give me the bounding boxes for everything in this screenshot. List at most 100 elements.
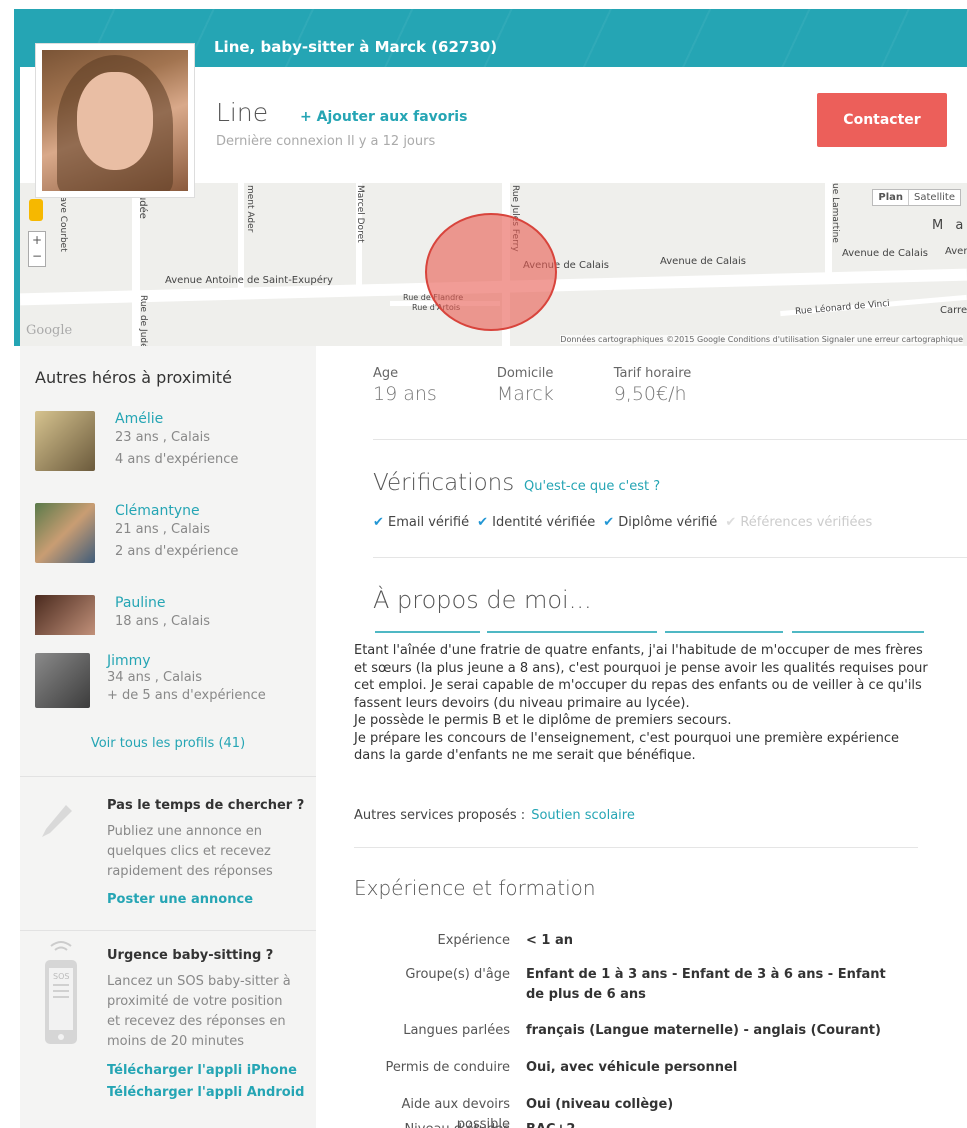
avatar[interactable] — [35, 595, 95, 635]
hero-card[interactable]: Pauline 18 ans , Calais — [35, 595, 325, 635]
street-label: Carref — [940, 305, 967, 316]
about-text: Etant l'aînée d'une fratrie de quatre en… — [354, 642, 934, 765]
street-label: tave Courbet — [58, 193, 68, 252]
post-ad-link[interactable]: Poster une annonce — [107, 892, 253, 907]
pen-icon — [42, 805, 72, 837]
street-label: ue Lamartine — [830, 183, 840, 243]
experience-row: Permis de conduire Oui, avec véhicule pe… — [354, 1058, 934, 1078]
avatar[interactable] — [35, 503, 95, 563]
divider — [20, 776, 316, 777]
verification-references: Références vérifiées — [725, 515, 872, 530]
experience-value: Oui, avec véhicule personnel — [526, 1060, 738, 1075]
avatar[interactable] — [35, 411, 95, 471]
promo-title: Pas le temps de chercher ? — [107, 798, 305, 813]
stat-value: 9,50€/h — [613, 383, 687, 405]
divider — [373, 557, 967, 558]
add-favorite-link[interactable]: + Ajouter aux favoris — [300, 109, 467, 125]
about-tab-indicator — [792, 631, 924, 633]
hero-age-city: 34 ans , Calais — [107, 670, 203, 685]
map-type-control[interactable]: Plan Satellite — [872, 189, 961, 206]
zoom-out-button[interactable]: − — [29, 248, 45, 264]
verification-diploma: Diplôme vérifié — [603, 515, 717, 530]
hero-name[interactable]: Clémantyne — [115, 503, 200, 519]
experience-key: Langues parlées — [403, 1023, 510, 1038]
about-paragraph: Je possède le permis B et le diplôme de … — [354, 713, 732, 728]
experience-key: Groupe(s) d'âge — [405, 967, 510, 982]
phone-sos-icon — [45, 941, 77, 1044]
verification-identity: Identité vérifiée — [477, 515, 595, 530]
map-attribution[interactable]: Données cartographiques ©2015 Google Con… — [560, 335, 963, 344]
zoom-control[interactable]: + − — [28, 231, 46, 267]
google-logo: Google — [26, 323, 73, 338]
map-label: M a — [932, 218, 967, 233]
stat-label: Age — [373, 366, 399, 381]
verifications-title: Vérifications — [373, 470, 515, 496]
street-label: Rue de Judé — [138, 295, 148, 346]
experience-title: Expérience et formation — [354, 876, 596, 900]
last-login: Dernière connexion Il y a 12 jours — [216, 134, 436, 149]
about-tab-indicator — [665, 631, 783, 633]
experience-value: BAC+2 — [526, 1120, 886, 1128]
stat-value: Marck — [496, 383, 554, 405]
experience-key: Expérience — [437, 933, 511, 948]
profile-name: Line — [216, 98, 269, 127]
profile-page: Line, baby-sitter à Marck (62730) Line +… — [0, 0, 967, 1128]
divider — [354, 847, 918, 848]
download-iphone-link[interactable]: Télécharger l'appli iPhone — [107, 1063, 297, 1078]
street-label: Marcel Doret — [355, 185, 365, 243]
experience-value: français (Langue maternelle) - anglais (… — [526, 1023, 881, 1038]
contact-button[interactable]: Contacter — [817, 93, 947, 147]
street-label: Aver — [945, 246, 967, 257]
verifications-help-link[interactable]: Qu'est-ce que c'est ? — [524, 479, 660, 494]
see-all-profiles-link[interactable]: Voir tous les profils (41) — [20, 736, 316, 751]
divider — [373, 439, 967, 440]
experience-row: Niveau d'études BAC+2 — [354, 1120, 934, 1128]
profile-stats: Age 19 ans Domicile Marck Tarif horaire … — [373, 366, 691, 405]
map-type-satellite-button[interactable]: Satellite — [908, 190, 960, 205]
phone-sos-label: SOS — [53, 972, 70, 981]
about-paragraph: Je prépare les concours de l'enseignemen… — [354, 730, 899, 764]
experience-value: < 1 an — [526, 933, 574, 948]
street-view-pegman-icon[interactable] — [29, 199, 43, 221]
stat-age: Age 19 ans — [373, 366, 437, 405]
experience-key: Permis de conduire — [385, 1060, 510, 1075]
promo-description: Publiez une annonce en quelques clics et… — [107, 824, 273, 879]
about-tab-indicator — [487, 631, 657, 633]
avatar — [42, 50, 188, 191]
hero-age-city: 23 ans , Calais — [115, 430, 211, 445]
services-label: Autres services proposés : — [354, 808, 526, 823]
street-label: Avenue Antoine de Saint-Exupéry — [165, 275, 333, 286]
profile-photo — [35, 43, 195, 198]
experience-row: Langues parlées français (Langue materne… — [354, 1021, 934, 1041]
experience-value: Enfant de 1 à 3 ans - Enfant de 3 à 6 an… — [526, 967, 886, 1002]
location-area-circle — [425, 213, 557, 331]
street-label: Rue Léonard de Vinci — [794, 298, 891, 318]
sidebar-title: Autres héros à proximité — [35, 368, 232, 387]
experience-key: Niveau d'études — [354, 1120, 526, 1128]
other-services: Autres services proposés : Soutien scolai… — [354, 808, 635, 823]
about-paragraph: Etant l'aînée d'une fratrie de quatre en… — [354, 643, 928, 711]
promo-description: Lancez un SOS baby-sitter à proximité de… — [107, 974, 291, 1049]
hero-name[interactable]: Amélie — [115, 411, 163, 427]
hero-name[interactable]: Pauline — [115, 595, 166, 611]
stat-label: Domicile — [496, 366, 554, 381]
stat-label: Tarif horaire — [613, 366, 692, 381]
hero-name[interactable]: Jimmy — [107, 653, 151, 669]
experience-row: Expérience < 1 an — [354, 931, 934, 951]
street-label: Avenue de Calais — [660, 256, 747, 267]
divider — [20, 930, 316, 931]
street-label: Avenue de Calais — [842, 248, 929, 259]
map-type-plan-button[interactable]: Plan — [873, 190, 908, 205]
download-android-link[interactable]: Télécharger l'appli Android — [107, 1085, 304, 1100]
location-map[interactable]: Avenue Antoine de Saint-Exupéry Avenue d… — [20, 183, 967, 346]
service-soutien-scolaire-link[interactable]: Soutien scolaire — [531, 808, 635, 823]
about-title: À propos de moi... — [373, 586, 592, 614]
avatar[interactable] — [35, 653, 90, 708]
zoom-in-button[interactable]: + — [29, 232, 45, 248]
hero-age-city: 21 ans , Calais — [115, 522, 211, 537]
verifications-list: Email vérifié Identité vérifiée Diplôme … — [373, 515, 872, 530]
hero-experience: 2 ans d'expérience — [115, 544, 239, 559]
sidebar: Autres héros à proximité Amélie 23 ans ,… — [20, 346, 316, 1128]
page-title: Line, baby-sitter à Marck (62730) — [214, 38, 498, 56]
stat-value: 19 ans — [373, 383, 437, 405]
